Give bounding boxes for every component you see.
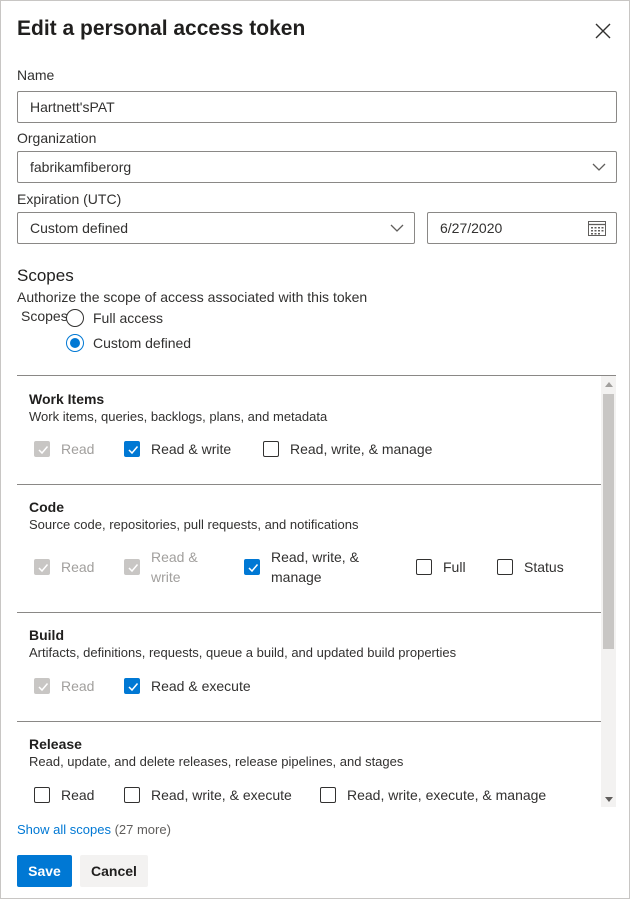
organization-label: Organization bbox=[17, 130, 97, 146]
section-release: Release Read, update, and delete release… bbox=[17, 722, 601, 807]
scroll-down-icon[interactable] bbox=[605, 797, 613, 802]
section-title: Build bbox=[29, 627, 64, 643]
expiration-value: Custom defined bbox=[30, 220, 129, 236]
section-description: Source code, repositories, pull requests… bbox=[29, 517, 359, 532]
checkbox-box bbox=[497, 559, 513, 575]
checkbox-box bbox=[244, 559, 260, 575]
scopes-radio-label: Scopes bbox=[21, 308, 68, 324]
checkbox-box bbox=[34, 787, 50, 803]
edit-token-dialog: Edit a personal access token Name Hartne… bbox=[0, 0, 630, 899]
radio-circle-selected bbox=[66, 334, 84, 352]
scope-list: Work Items Work items, queries, backlogs… bbox=[17, 375, 616, 807]
close-icon[interactable] bbox=[591, 19, 615, 43]
label-line1: Read & bbox=[151, 549, 198, 565]
checkbox-box bbox=[320, 787, 336, 803]
checkbox-label: Read, write, & manage bbox=[271, 547, 359, 587]
checkbox-label: Read & write bbox=[151, 547, 198, 587]
checkbox-label: Read bbox=[61, 559, 95, 575]
checkbox-box bbox=[34, 678, 50, 694]
checkbox-label: Read bbox=[61, 441, 95, 457]
checkbox-code-manage[interactable]: Read, write, & manage bbox=[244, 549, 359, 587]
checkbox-build-read-execute[interactable]: Read & execute bbox=[124, 678, 251, 696]
checkbox-label: Read & execute bbox=[151, 678, 251, 694]
checkbox-release-execute[interactable]: Read, write, & execute bbox=[124, 787, 292, 805]
checkbox-work-items-read: Read bbox=[34, 441, 94, 459]
checkbox-work-items-manage[interactable]: Read, write, & manage bbox=[263, 441, 432, 459]
expiration-dropdown[interactable]: Custom defined bbox=[17, 212, 415, 244]
section-description: Read, update, and delete releases, relea… bbox=[29, 754, 404, 769]
label-line2: write bbox=[151, 569, 181, 585]
cancel-button[interactable]: Cancel bbox=[80, 855, 148, 887]
checkbox-code-read: Read bbox=[34, 559, 94, 577]
organization-value: fabrikamfiberorg bbox=[30, 159, 132, 175]
organization-dropdown[interactable]: fabrikamfiberorg bbox=[17, 151, 617, 183]
radio-custom-defined[interactable]: Custom defined bbox=[66, 334, 191, 352]
scrollbar-thumb[interactable] bbox=[603, 394, 614, 649]
expiration-date: 6/27/2020 bbox=[440, 220, 503, 236]
section-code: Code Source code, repositories, pull req… bbox=[17, 485, 601, 613]
show-all-scopes: Show all scopes (27 more) bbox=[17, 822, 171, 837]
checkbox-label: Read bbox=[61, 787, 95, 803]
checkbox-work-items-read-write[interactable]: Read & write bbox=[124, 441, 231, 459]
checkbox-build-read: Read bbox=[34, 678, 94, 696]
radio-circle bbox=[66, 309, 84, 327]
checkbox-box bbox=[34, 441, 50, 457]
checkbox-box bbox=[124, 441, 140, 457]
checkbox-box bbox=[34, 559, 50, 575]
scopes-heading: Scopes bbox=[17, 266, 74, 285]
checkbox-box bbox=[416, 559, 432, 575]
name-label: Name bbox=[17, 67, 55, 83]
checkbox-box bbox=[124, 787, 140, 803]
checkbox-box bbox=[124, 678, 140, 694]
label-line2: manage bbox=[271, 569, 322, 585]
section-description: Work items, queries, backlogs, plans, an… bbox=[29, 409, 328, 424]
checkbox-code-status[interactable]: Status bbox=[497, 559, 564, 577]
checkbox-label: Read & write bbox=[151, 441, 232, 457]
checkbox-code-full[interactable]: Full bbox=[416, 559, 466, 577]
checkbox-label: Read, write, & execute bbox=[151, 787, 292, 803]
chevron-down-icon bbox=[390, 224, 404, 232]
checkbox-label: Read bbox=[61, 678, 95, 694]
expiration-date-picker[interactable]: 6/27/2020 bbox=[427, 212, 617, 244]
checkbox-box bbox=[263, 441, 279, 457]
section-title: Work Items bbox=[29, 391, 105, 407]
scopes-description: Authorize the scope of access associated… bbox=[17, 289, 368, 305]
scroll-up-icon[interactable] bbox=[605, 382, 613, 387]
checkbox-release-read[interactable]: Read bbox=[34, 787, 94, 805]
checkbox-release-manage[interactable]: Read, write, execute, & manage bbox=[320, 787, 546, 805]
label-line1: Read, write, & bbox=[271, 549, 359, 565]
section-build: Build Artifacts, definitions, requests, … bbox=[17, 613, 601, 722]
section-title: Code bbox=[29, 499, 64, 515]
calendar-icon[interactable] bbox=[588, 220, 606, 236]
radio-full-access-label: Full access bbox=[93, 310, 164, 326]
checkbox-label: Status bbox=[524, 559, 564, 575]
radio-full-access[interactable]: Full access bbox=[66, 309, 163, 327]
section-title: Release bbox=[29, 736, 82, 752]
name-input[interactable]: Hartnett'sPAT bbox=[17, 91, 617, 123]
expiration-label: Expiration (UTC) bbox=[17, 191, 122, 207]
checkbox-box bbox=[124, 559, 140, 575]
checkbox-label: Read, write, & manage bbox=[290, 441, 433, 457]
checkbox-label: Full bbox=[443, 559, 466, 575]
checkbox-label: Read, write, execute, & manage bbox=[347, 787, 547, 803]
show-all-scopes-link[interactable]: Show all scopes bbox=[17, 822, 111, 837]
name-value: Hartnett'sPAT bbox=[30, 99, 115, 115]
dialog-title: Edit a personal access token bbox=[17, 17, 306, 40]
radio-custom-defined-label: Custom defined bbox=[93, 335, 192, 351]
section-description: Artifacts, definitions, requests, queue … bbox=[29, 645, 457, 660]
more-scopes-count: (27 more) bbox=[114, 822, 171, 837]
checkbox-code-read-write: Read & write bbox=[124, 549, 198, 587]
chevron-down-icon bbox=[592, 163, 606, 171]
section-work-items: Work Items Work items, queries, backlogs… bbox=[17, 376, 601, 485]
scope-list-scrollbar[interactable] bbox=[601, 376, 616, 807]
save-button[interactable]: Save bbox=[17, 855, 72, 887]
